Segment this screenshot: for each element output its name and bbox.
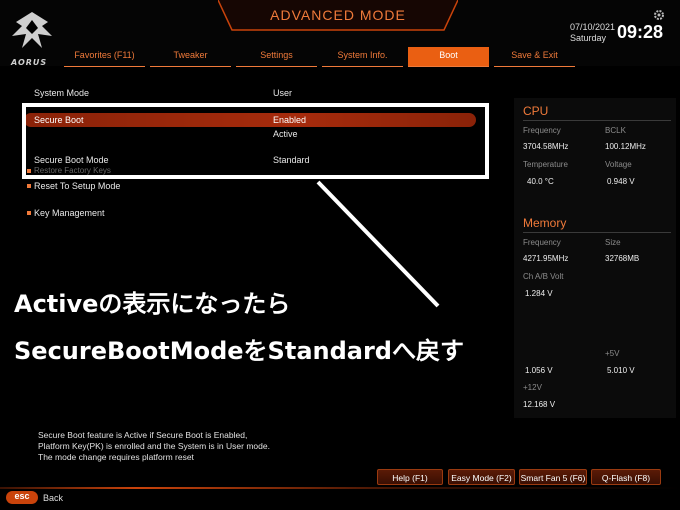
help-line: Platform Key(PK) is enrolled and the Sys… (38, 441, 270, 451)
smart-fan-button[interactable]: Smart Fan 5 (F6) (519, 469, 587, 485)
voltage-vcore-value: 1.056 V (525, 366, 553, 375)
memory-size-label: Size (605, 238, 621, 247)
annotation-text-line2: SecureBootModeをStandardへ戻す (14, 337, 464, 365)
voltage-5v-label: +5V (605, 349, 620, 358)
cpu-bclk-label: BCLK (605, 126, 626, 135)
bottom-stripe (0, 487, 680, 489)
voltage-12v-value: 12.168 V (523, 400, 556, 409)
memory-volt-value: 1.284 V (525, 289, 553, 298)
divider (523, 120, 671, 121)
back-label[interactable]: Back (43, 493, 63, 503)
help-description: Secure Boot feature is Active if Secure … (38, 430, 270, 463)
memory-size-value: 32768MB (605, 254, 640, 263)
voltage-5v-value: 5.010 V (607, 366, 635, 375)
hardware-monitor-panel: CPU Frequency BCLK 3704.58MHz 100.12MHz … (514, 98, 676, 418)
memory-volt-label: Ch A/B Volt (523, 272, 564, 281)
memory-frequency-value: 4271.95MHz (523, 254, 569, 263)
memory-title: Memory (523, 216, 567, 230)
qflash-button[interactable]: Q-Flash (F8) (591, 469, 661, 485)
cpu-voltage-label: Voltage (605, 160, 632, 169)
cpu-voltage-value: 0.948 V (607, 177, 635, 186)
esc-button[interactable]: esc (6, 491, 38, 504)
memory-frequency-label: Frequency (523, 238, 561, 247)
help-button[interactable]: Help (F1) (377, 469, 443, 485)
voltage-12v-label: +12V (523, 383, 542, 392)
cpu-temperature-value: 40.0 °C (527, 177, 554, 186)
help-line: Secure Boot feature is Active if Secure … (38, 430, 248, 440)
help-line: The mode change requires platform reset (38, 452, 194, 462)
cpu-bclk-value: 100.12MHz (605, 142, 646, 151)
cpu-title: CPU (523, 104, 549, 118)
divider (523, 232, 671, 233)
cpu-frequency-label: Frequency (523, 126, 561, 135)
cpu-temperature-label: Temperature (523, 160, 568, 169)
annotation-text-line1: Activeの表示になったら (14, 290, 291, 318)
cpu-frequency-value: 3704.58MHz (523, 142, 569, 151)
easy-mode-button[interactable]: Easy Mode (F2) (448, 469, 515, 485)
